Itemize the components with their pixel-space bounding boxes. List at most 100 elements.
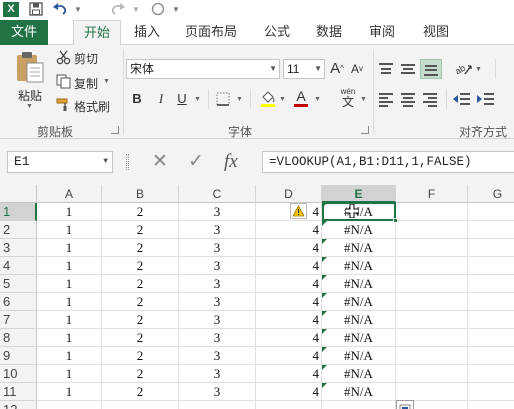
column-header-a[interactable]: A [37,185,102,203]
data-cell[interactable]: 2 [102,221,179,239]
row-header[interactable]: 3 [0,239,37,257]
insert-function-icon[interactable]: fx [224,151,238,173]
error-cell[interactable]: #N/A [322,311,396,329]
error-cell[interactable]: #N/A [322,203,396,221]
error-cell[interactable]: #N/A [322,239,396,257]
align-right-button[interactable] [420,89,440,109]
column-header-f[interactable]: F [396,185,468,203]
row-header[interactable]: 12 [0,401,37,409]
data-cell[interactable]: 1 [37,311,102,329]
error-cell[interactable]: #N/A [322,275,396,293]
empty-cell[interactable] [396,257,468,275]
data-cell[interactable]: 1 [37,239,102,257]
data-cell[interactable]: 3 [179,257,256,275]
empty-cell[interactable] [468,329,514,347]
data-cell[interactable]: 2 [102,365,179,383]
data-cell[interactable]: 1 [37,383,102,401]
empty-cell[interactable] [37,401,102,409]
font-color-icon[interactable]: A [293,89,309,107]
phonetic-dropdown-icon[interactable]: ▼ [360,96,367,103]
name-box[interactable]: E1 ▼ [7,151,113,173]
underline-dropdown-icon[interactable]: ▼ [194,96,201,103]
row-header[interactable]: 7 [0,311,37,329]
data-cell[interactable]: 3 [179,221,256,239]
empty-cell[interactable] [179,401,256,409]
data-cell[interactable]: 4 [256,383,322,401]
data-cell[interactable]: 1 [37,347,102,365]
align-middle-button[interactable] [398,59,418,79]
data-cell[interactable]: 2 [102,311,179,329]
cut-button[interactable]: 剪切 [74,50,98,67]
data-cell[interactable]: 1 [37,275,102,293]
empty-cell[interactable] [396,329,468,347]
fill-color-dropdown-icon[interactable]: ▼ [279,96,286,103]
copy-icon[interactable] [56,74,71,89]
redo-dropdown-icon[interactable]: ▼ [128,2,144,17]
data-cell[interactable]: 4 [256,221,322,239]
quick-analysis-icon[interactable] [396,400,414,409]
data-cell[interactable]: 4 [256,275,322,293]
empty-cell[interactable] [396,311,468,329]
customize-toolbar-icon[interactable]: ▼ [168,2,184,17]
data-cell[interactable]: 2 [102,383,179,401]
data-cell[interactable]: 2 [102,203,179,221]
data-cell[interactable]: 1 [37,329,102,347]
paste-icon[interactable] [15,51,45,83]
empty-cell[interactable] [396,239,468,257]
tab-file[interactable]: 文件 [0,20,48,45]
empty-cell[interactable] [396,347,468,365]
empty-cell[interactable] [468,401,514,409]
redo-icon[interactable] [110,2,126,17]
empty-cell[interactable] [468,221,514,239]
data-cell[interactable]: 3 [179,293,256,311]
data-cell[interactable]: 4 [256,239,322,257]
data-cell[interactable]: 4 [256,311,322,329]
format-painter-button[interactable]: 格式刷 [74,98,110,115]
column-header-c[interactable]: C [179,185,256,203]
data-cell[interactable]: 1 [37,257,102,275]
data-cell[interactable]: 2 [102,275,179,293]
align-center-button[interactable] [398,89,418,109]
paste-dropdown-icon[interactable]: ▼ [26,103,33,110]
error-cell[interactable]: #N/A [322,383,396,401]
paste-button[interactable]: 粘贴 [18,87,42,104]
data-cell[interactable]: 3 [179,365,256,383]
empty-cell[interactable] [396,365,468,383]
border-dropdown-icon[interactable]: ▼ [236,96,243,103]
format-painter-icon[interactable] [56,97,71,112]
tab-page-layout[interactable]: 页面布局 [175,20,247,45]
data-cell[interactable]: 4 [256,329,322,347]
font-size-select[interactable]: 11 ▼ [283,59,325,79]
data-cell[interactable]: 3 [179,347,256,365]
error-cell[interactable]: #N/A [322,347,396,365]
clipboard-launcher-icon[interactable] [111,126,119,134]
empty-cell[interactable] [468,365,514,383]
increase-indent-button[interactable] [476,89,496,109]
empty-cell[interactable] [468,383,514,401]
data-cell[interactable]: 3 [179,329,256,347]
underline-button[interactable]: U [172,89,192,109]
column-header-e[interactable]: E [322,185,396,203]
empty-cell[interactable] [256,401,322,409]
empty-cell[interactable] [396,275,468,293]
row-header[interactable]: 5 [0,275,37,293]
undo-icon[interactable] [52,2,68,17]
data-cell[interactable]: 4 [256,347,322,365]
empty-cell[interactable] [396,293,468,311]
fill-color-icon[interactable] [259,89,277,107]
formula-input[interactable]: =VLOOKUP(A1,B1:D11,1,FALSE) [262,151,514,173]
phonetic-icon[interactable]: wén 文 [336,88,360,110]
tab-review[interactable]: 审阅 [360,20,404,45]
border-icon[interactable] [216,92,230,106]
copy-dropdown-icon[interactable]: ▼ [103,78,110,85]
align-bottom-button[interactable] [420,59,442,79]
font-name-select[interactable]: 宋体 ▼ [126,59,280,79]
empty-cell[interactable] [468,293,514,311]
empty-cell[interactable] [396,203,468,221]
fill-handle[interactable] [393,218,398,223]
error-warning-icon[interactable] [290,203,307,219]
cancel-icon[interactable]: ✕ [152,151,168,173]
data-cell[interactable]: 3 [179,383,256,401]
italic-button[interactable]: I [151,89,171,109]
data-cell[interactable]: 1 [37,221,102,239]
